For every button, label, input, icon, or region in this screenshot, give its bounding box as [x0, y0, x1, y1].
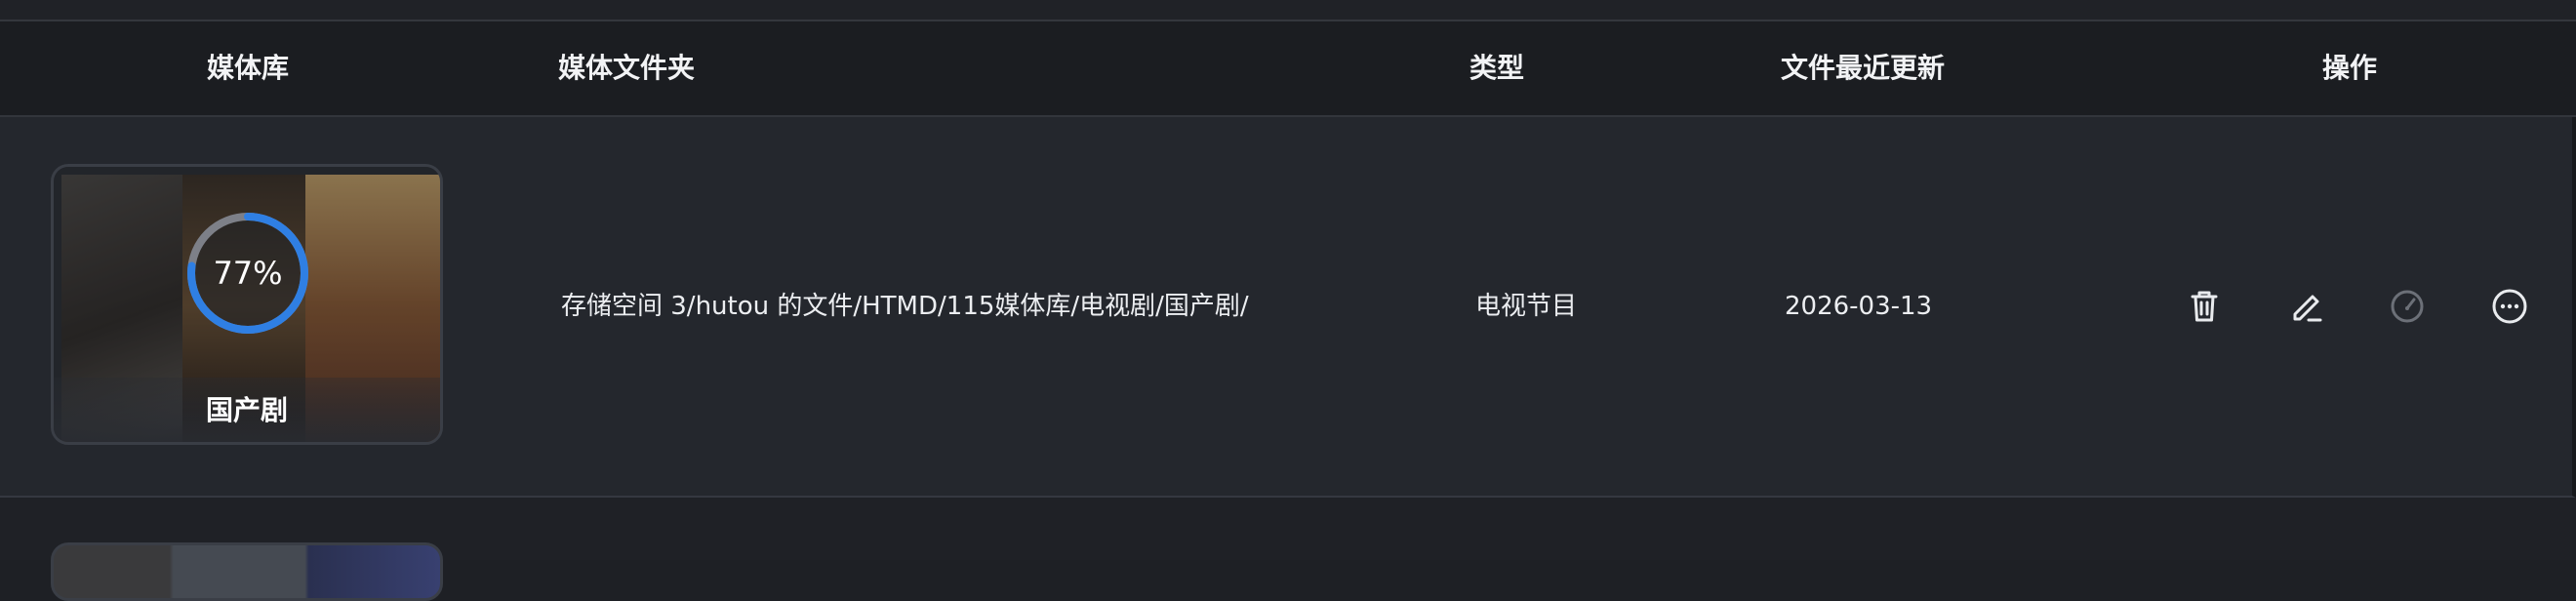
header-library: 媒体库	[207, 52, 290, 84]
scan-button[interactable]	[2384, 283, 2431, 330]
more-button[interactable]	[2486, 283, 2533, 330]
header-type: 类型	[1469, 52, 1525, 84]
header-actions: 操作	[2322, 52, 2378, 84]
scan-gauge-icon	[2391, 290, 2424, 323]
table-header: 媒体库 媒体文件夹 类型 文件最近更新 操作	[0, 21, 2576, 117]
more-icon	[2492, 289, 2527, 324]
scan-progress-label: 77%	[213, 255, 283, 292]
library-thumbnail[interactable]	[51, 542, 443, 601]
media-type: 电视节目	[1475, 292, 1578, 321]
header-folder: 媒体文件夹	[558, 52, 696, 84]
trash-icon	[2191, 291, 2218, 322]
header-updated: 文件最近更新	[1781, 52, 1946, 84]
delete-button[interactable]	[2181, 283, 2228, 330]
edit-button[interactable]	[2283, 283, 2330, 330]
last-updated: 2026-03-13	[1785, 292, 1933, 321]
edit-icon	[2293, 295, 2322, 322]
library-thumbnail[interactable]: 77% 国产剧	[51, 164, 443, 445]
library-name: 国产剧	[205, 394, 288, 426]
folder-path: 存储空间 3/hutou 的文件/HTMD/115媒体库/电视剧/国产剧/	[561, 292, 1249, 321]
top-strip	[0, 0, 2576, 21]
